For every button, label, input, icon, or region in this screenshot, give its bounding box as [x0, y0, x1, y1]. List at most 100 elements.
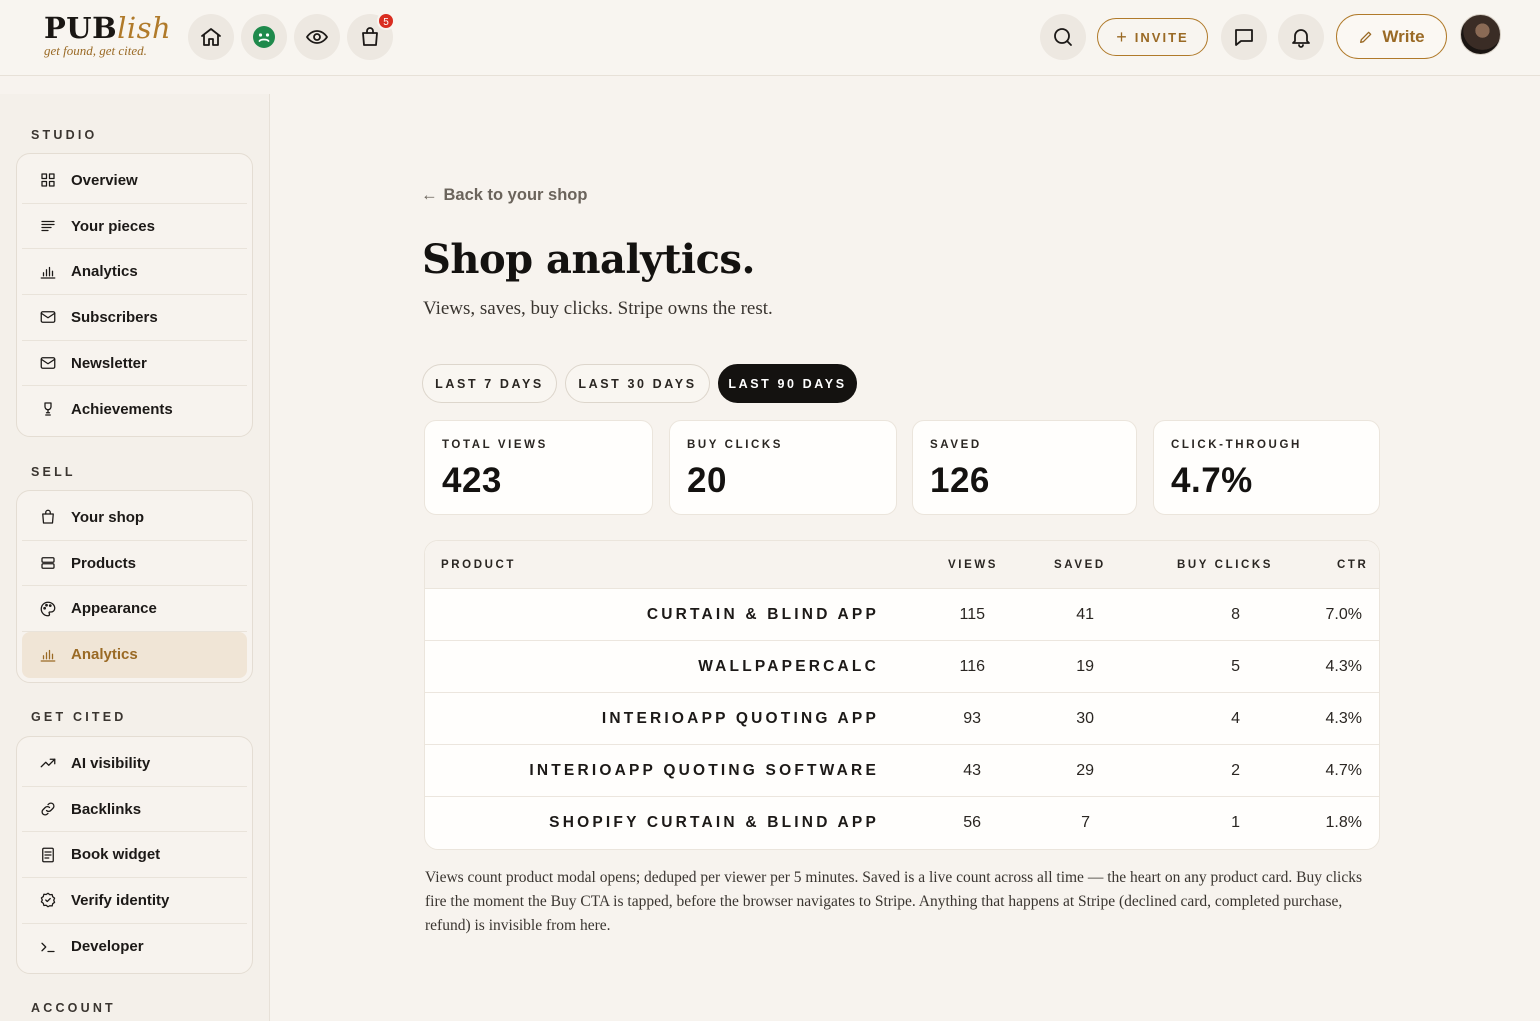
pencil-icon — [1360, 31, 1372, 43]
stat-card-saved: SAVED 126 — [912, 420, 1137, 515]
views-cell: 56 — [963, 814, 981, 831]
column-header-saved[interactable]: SAVED — [1054, 559, 1106, 571]
sidebar-item-label: Backlinks — [71, 800, 142, 818]
sidebar-item-label: Your shop — [71, 508, 145, 526]
nav-group-studio: Overview Your pieces Analytics Subscribe… — [16, 153, 253, 438]
cart-button[interactable]: 5 — [347, 12, 395, 60]
invite-label: INVITE — [1134, 29, 1189, 45]
sidebar-item-label: Achievements — [71, 400, 173, 418]
buy-clicks-cell: 8 — [1231, 606, 1240, 623]
back-to-shop-link[interactable]: ← Back to your shop — [421, 186, 587, 205]
sidebar-item-ai-visibility[interactable]: AI visibility — [22, 741, 247, 787]
sidebar-item-label: Analytics — [71, 263, 138, 281]
tab-last-7-days[interactable]: LAST 7 DAYS — [422, 364, 557, 403]
badge-check-icon — [40, 893, 56, 908]
stat-value: 20 — [687, 461, 727, 500]
stack-icon — [41, 557, 55, 569]
table-row[interactable]: WALLPAPERCALC 116 19 5 4.3% — [425, 641, 1379, 693]
trend-icon — [40, 758, 56, 768]
chat-icon — [1235, 29, 1253, 46]
stat-value: 423 — [442, 461, 502, 500]
stat-label: BUY CLICKS — [687, 439, 784, 451]
product-name: CURTAIN & BLIND APP — [646, 606, 879, 623]
sidebar-item-analytics[interactable]: Analytics — [22, 249, 247, 296]
section-title-get-cited: GET CITED — [31, 710, 127, 724]
invite-button[interactable]: + INVITE — [1097, 18, 1208, 56]
sidebar-item-your-pieces[interactable]: Your pieces — [22, 204, 247, 250]
sidebar-item-overview[interactable]: Overview — [22, 158, 247, 204]
tab-last-30-days[interactable]: LAST 30 DAYS — [565, 364, 710, 403]
ctr-cell: 7.0% — [1325, 606, 1362, 623]
table-row[interactable]: INTERIOAPP QUOTING SOFTWARE 43 29 2 4.7% — [425, 745, 1379, 797]
column-header-views[interactable]: VIEWS — [948, 559, 998, 571]
sidebar-item-newsletter[interactable]: Newsletter — [22, 341, 247, 387]
ctr-cell: 4.3% — [1325, 658, 1362, 675]
buy-clicks-cell: 2 — [1231, 762, 1240, 779]
table-row[interactable]: SHOPIFY CURTAIN & BLIND APP 56 7 1 1.8% — [425, 797, 1379, 849]
product-name: SHOPIFY CURTAIN & BLIND APP — [549, 814, 879, 831]
table-row[interactable]: INTERIOAPP QUOTING APP 93 30 4 4.3% — [425, 693, 1379, 745]
table-header: PRODUCT VIEWS SAVED BUY CLICKS CTR — [425, 541, 1379, 589]
saved-cell: 19 — [1076, 658, 1094, 675]
mail-icon — [40, 357, 56, 369]
messages-button[interactable] — [1221, 14, 1267, 60]
palette-icon — [40, 601, 56, 617]
section-title-account: ACCOUNT — [31, 1001, 116, 1015]
preview-button[interactable] — [294, 14, 340, 60]
column-header-product[interactable]: PRODUCT — [441, 559, 516, 571]
product-name: INTERIOAPP QUOTING SOFTWARE — [529, 762, 879, 779]
sidebar-item-label: Subscribers — [71, 308, 158, 326]
logo[interactable]: PUBlish get found, get cited. — [44, 12, 171, 58]
sidebar-item-label: Analytics — [71, 646, 138, 664]
sidebar-item-achievements[interactable]: Achievements — [22, 386, 247, 432]
views-cell: 93 — [963, 710, 981, 727]
sidebar-item-shop-analytics[interactable]: Analytics — [22, 632, 247, 678]
ctr-cell: 1.8% — [1325, 814, 1362, 831]
sidebar-item-products[interactable]: Products — [22, 541, 247, 587]
page-title: Shop analytics. — [422, 236, 755, 283]
notifications-button[interactable] — [1278, 14, 1324, 60]
nav-group-sell: Your shop Products Appearance Analytics — [16, 490, 253, 683]
sidebar-item-verify-identity[interactable]: Verify identity — [22, 878, 247, 924]
avatar[interactable] — [1460, 14, 1501, 55]
home-button[interactable] — [188, 14, 234, 60]
tab-last-90-days[interactable]: LAST 90 DAYS — [718, 364, 857, 403]
sidebar-item-your-shop[interactable]: Your shop — [22, 495, 247, 541]
sidebar: STUDIO Overview Your pieces Analytics Su… — [0, 94, 270, 1021]
buy-clicks-cell: 4 — [1231, 710, 1240, 727]
logo-tagline: get found, get cited. — [44, 43, 147, 58]
sidebar-item-book-widget[interactable]: Book widget — [22, 832, 247, 879]
eye-icon — [306, 30, 328, 44]
sidebar-item-label: Products — [71, 554, 137, 572]
saved-cell: 41 — [1076, 606, 1094, 623]
sidebar-item-developer[interactable]: Developer — [22, 924, 247, 970]
logo-wordmark: PUBlish — [44, 11, 172, 45]
bell-icon — [1292, 29, 1310, 48]
top-bar: PUBlish get found, get cited. 5 + INVITE… — [0, 0, 1540, 76]
product-name: WALLPAPERCALC — [698, 658, 879, 675]
views-cell: 116 — [959, 658, 985, 675]
bag-icon — [42, 509, 54, 524]
column-header-ctr[interactable]: CTR — [1337, 559, 1368, 571]
shopping-bag-icon — [362, 27, 378, 46]
trophy-icon — [44, 402, 52, 416]
stat-value: 126 — [930, 461, 990, 500]
sidebar-item-label: Developer — [71, 938, 144, 956]
sidebar-item-label: Your pieces — [71, 217, 155, 235]
mail-icon — [40, 311, 56, 324]
table-row[interactable]: CURTAIN & BLIND APP 115 41 8 7.0% — [425, 589, 1379, 641]
sidebar-item-backlinks[interactable]: Backlinks — [22, 787, 247, 833]
home-icon — [201, 28, 221, 46]
mood-button[interactable] — [241, 14, 287, 60]
product-name: INTERIOAPP QUOTING APP — [601, 710, 879, 727]
section-title-sell: SELL — [31, 465, 76, 479]
write-button[interactable]: Write — [1336, 14, 1447, 59]
search-button[interactable] — [1040, 14, 1086, 60]
sidebar-item-appearance[interactable]: Appearance — [22, 586, 247, 633]
bar-chart-icon — [40, 266, 56, 279]
sidebar-item-subscribers[interactable]: Subscribers — [22, 295, 247, 341]
column-header-buy-clicks[interactable]: BUY CLICKS — [1177, 559, 1273, 571]
saved-cell: 7 — [1081, 814, 1090, 831]
back-link-label: Back to your shop — [443, 186, 588, 204]
link-icon — [41, 802, 55, 816]
